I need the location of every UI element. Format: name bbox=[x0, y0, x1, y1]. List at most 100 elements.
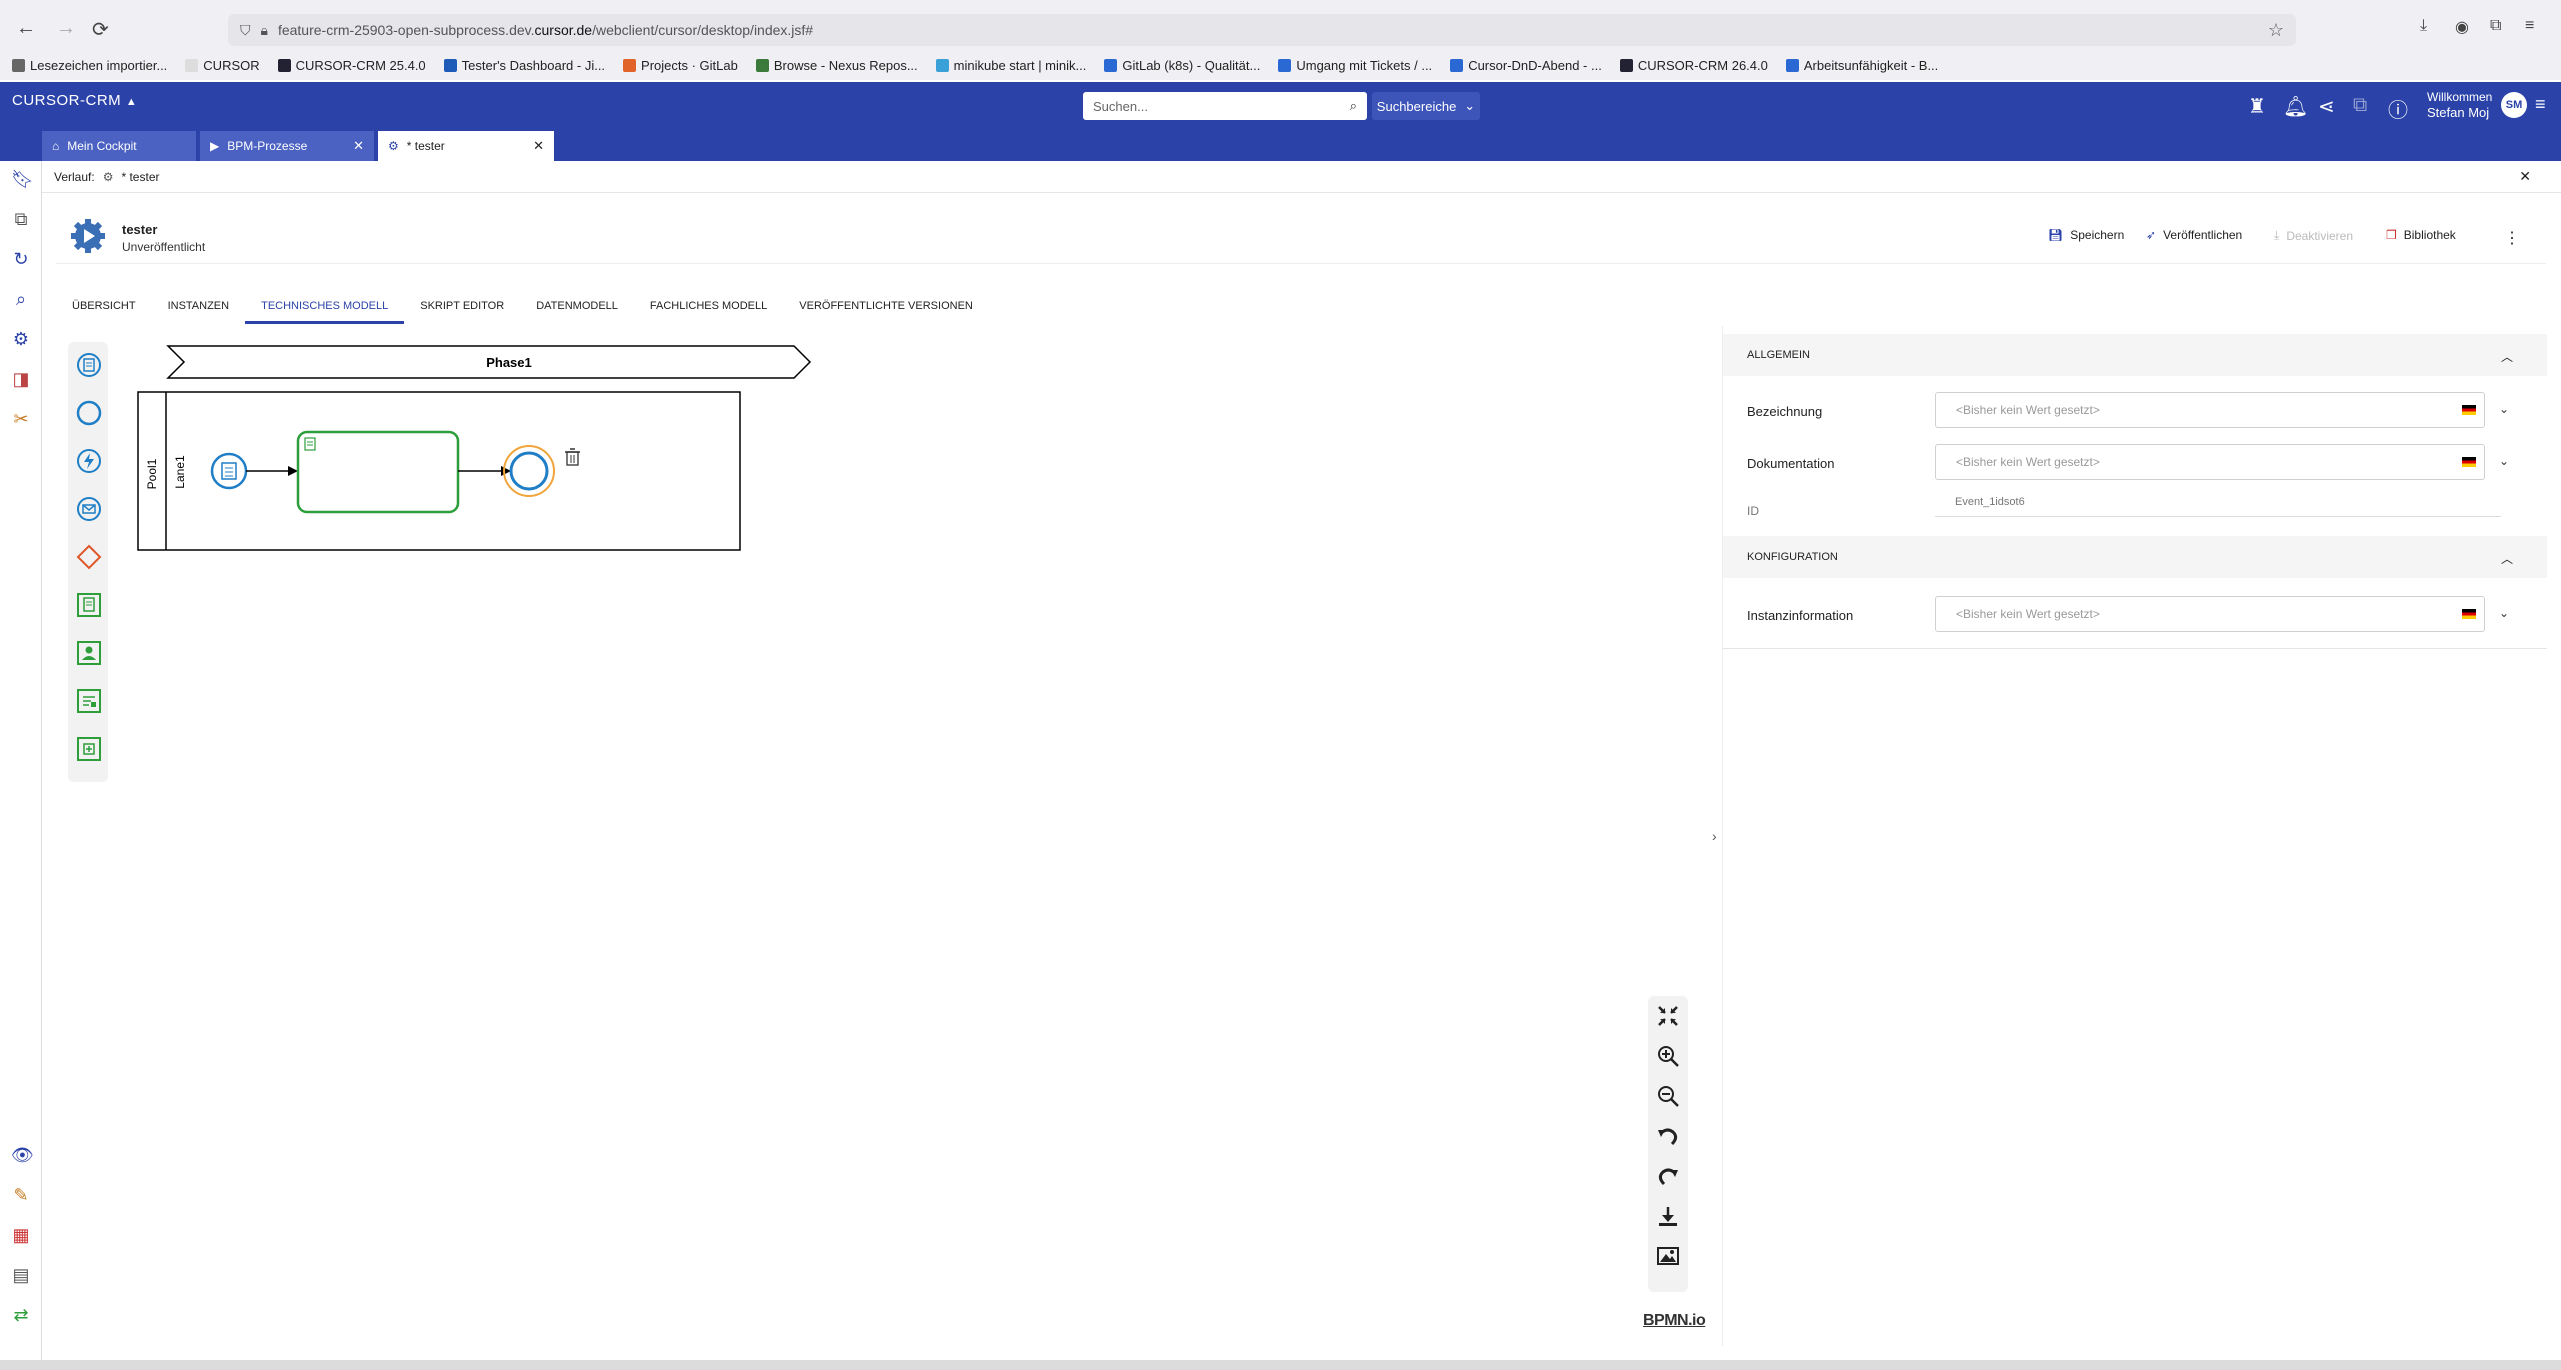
start-event[interactable] bbox=[210, 452, 248, 490]
menu-icon[interactable]: ≡ bbox=[2525, 17, 2534, 35]
search-list-icon[interactable]: ⌕ bbox=[11, 289, 31, 309]
reload-icon[interactable]: ⟳ bbox=[92, 17, 109, 42]
subprocess-icon[interactable] bbox=[76, 736, 102, 762]
extensions-icon[interactable]: ⧉ bbox=[2490, 17, 2501, 35]
taskbar-strip bbox=[0, 1360, 2561, 1370]
library-button[interactable]: ❒ Bibliothek bbox=[2386, 228, 2456, 242]
chevron-down-icon[interactable]: ⌄ bbox=[2499, 402, 2509, 416]
task-shape[interactable] bbox=[296, 430, 460, 514]
tab-published-versions[interactable]: VERÖFFENTLICHTE VERSIONEN bbox=[783, 288, 989, 324]
message-event-icon[interactable] bbox=[76, 496, 102, 522]
copy-icon[interactable]: ⧉ bbox=[11, 209, 31, 229]
bookmark-item[interactable]: GitLab (k8s) - Qualität... bbox=[1104, 58, 1260, 73]
bookmark-item[interactable]: Umgang mit Tickets / ... bbox=[1278, 58, 1432, 73]
section-general-header[interactable]: ALLGEMEIN ︿ bbox=[1723, 334, 2547, 376]
search-scope-dropdown[interactable]: Suchbereiche ⌄ bbox=[1372, 92, 1480, 120]
external-link-icon[interactable]: ⧉ bbox=[2353, 94, 2367, 117]
history-icon[interactable]: ↻ bbox=[11, 249, 31, 269]
history-item[interactable]: * tester bbox=[121, 170, 159, 184]
app-header: CURSOR-CRM ▲ Suchen... ⌕ Suchbereiche ⌄ ♜… bbox=[0, 82, 2561, 161]
forward-icon[interactable]: → bbox=[56, 17, 76, 40]
section-config-header[interactable]: KONFIGURATION ︿ bbox=[1723, 536, 2547, 578]
share-icon[interactable]: ⋖ bbox=[2318, 94, 2335, 119]
collapse-panel-icon[interactable]: › bbox=[1712, 828, 1717, 844]
redo-icon[interactable] bbox=[1656, 1164, 1680, 1188]
publish-button[interactable]: ➶ Veröffentlichen bbox=[2146, 228, 2242, 242]
close-icon[interactable]: ✕ bbox=[353, 138, 364, 154]
undo-icon[interactable] bbox=[1656, 1124, 1680, 1148]
timer-event-icon[interactable] bbox=[76, 448, 102, 474]
end-event[interactable] bbox=[503, 445, 555, 497]
tab-data-model[interactable]: DATENMODELL bbox=[520, 288, 634, 324]
bookmark-icon[interactable]: 🔖︎ bbox=[11, 169, 34, 189]
close-icon[interactable]: ✕ bbox=[533, 138, 544, 154]
fit-to-screen-icon[interactable] bbox=[1656, 1004, 1680, 1028]
doc-settings-icon[interactable]: ▤ bbox=[11, 1265, 31, 1285]
german-flag-icon[interactable] bbox=[2462, 457, 2476, 467]
report-icon[interactable]: ◨ bbox=[11, 369, 31, 389]
bookmark-item[interactable]: Cursor-DnD-Abend - ... bbox=[1450, 58, 1602, 73]
german-flag-icon[interactable] bbox=[2462, 609, 2476, 619]
user-task-icon[interactable] bbox=[76, 640, 102, 666]
bookmark-item[interactable]: Browse - Nexus Repos... bbox=[755, 58, 918, 73]
task-icon[interactable] bbox=[76, 592, 102, 618]
bookmark-item[interactable]: Projects · GitLab bbox=[623, 58, 738, 73]
name-field[interactable]: <Bisher kein Wert gesetzt> bbox=[1935, 392, 2485, 428]
download-icon[interactable]: ⤓ bbox=[2420, 17, 2427, 35]
instance-info-field[interactable]: <Bisher kein Wert gesetzt> bbox=[1935, 596, 2485, 632]
tab-tester[interactable]: ⚙ * tester ✕ bbox=[378, 131, 554, 161]
id-value: Event_1idsot6 bbox=[1955, 496, 2025, 508]
tab-instances[interactable]: INSTANZEN bbox=[152, 288, 246, 324]
chevron-down-icon[interactable]: ⌄ bbox=[2499, 606, 2509, 620]
bookmark-item[interactable]: CURSOR-CRM 26.4.0 bbox=[1619, 58, 1768, 73]
brand-logo[interactable]: CURSOR-CRM ▲ bbox=[12, 92, 137, 109]
watch-icon[interactable]: 👁︎ bbox=[11, 1145, 34, 1165]
zoom-out-icon[interactable] bbox=[1656, 1084, 1680, 1108]
settings-icon[interactable]: ⚙ bbox=[11, 329, 31, 349]
tab-overview[interactable]: ÜBERSICHT bbox=[56, 288, 152, 324]
avatar[interactable]: SM bbox=[2501, 92, 2527, 118]
search-icon[interactable]: ⌕ bbox=[1350, 98, 1357, 114]
address-bar[interactable]: ⛉ 🔒︎ feature-crm-25903-open-subprocess.d… bbox=[228, 14, 2296, 46]
notification-bell-icon[interactable]: 🔔︎ bbox=[2283, 94, 2308, 119]
bookmark-item[interactable]: Tester's Dashboard - Ji... bbox=[443, 58, 605, 73]
calendar-icon[interactable]: ▦ bbox=[11, 1225, 31, 1245]
german-flag-icon[interactable] bbox=[2462, 405, 2476, 415]
back-icon[interactable]: ← bbox=[16, 17, 36, 40]
deactivate-button[interactable]: ⤓ Deaktivieren bbox=[2274, 228, 2353, 243]
tab-technical-model[interactable]: TECHNISCHES MODELL bbox=[245, 288, 405, 324]
script-task-icon[interactable] bbox=[76, 688, 102, 714]
bookmark-item[interactable]: Lesezeichen importier... bbox=[12, 58, 167, 73]
info-icon[interactable]: ⓘ bbox=[2388, 94, 2408, 123]
save-button[interactable]: 💾︎ Speichern bbox=[2048, 228, 2124, 242]
bookmark-item[interactable]: Arbeitsunfähigkeit - B... bbox=[1785, 58, 1938, 73]
bpmn-canvas[interactable]: Phase1 Pool1 Lane1 › BPMN.io bbox=[56, 332, 1717, 1346]
zoom-in-icon[interactable] bbox=[1656, 1044, 1680, 1068]
process-gear-icon bbox=[71, 219, 105, 253]
lighthouse-icon[interactable]: ♜ bbox=[2248, 94, 2266, 119]
close-icon[interactable]: ✕ bbox=[2519, 168, 2531, 185]
account-icon[interactable]: ◉ bbox=[2455, 17, 2469, 37]
bookmark-item[interactable]: CURSOR-CRM 25.4.0 bbox=[277, 58, 426, 73]
documentation-field[interactable]: <Bisher kein Wert gesetzt> bbox=[1935, 444, 2485, 480]
tab-script-editor[interactable]: SKRIPT EDITOR bbox=[404, 288, 520, 324]
image-export-icon[interactable] bbox=[1656, 1244, 1680, 1268]
event-circle-icon[interactable] bbox=[76, 400, 102, 426]
tab-mein-cockpit[interactable]: ⌂ Mein Cockpit bbox=[42, 131, 196, 161]
tab-bpm-prozesse[interactable]: ▶ BPM-Prozesse ✕ bbox=[200, 131, 374, 161]
sync-icon[interactable]: ⇄ bbox=[11, 1305, 31, 1325]
tools-icon[interactable]: ✂ bbox=[11, 409, 31, 429]
start-event-doc-icon[interactable] bbox=[76, 352, 102, 378]
star-icon[interactable]: ☆ bbox=[2268, 20, 2284, 41]
gateway-icon[interactable] bbox=[76, 544, 102, 570]
bpmn-io-logo[interactable]: BPMN.io bbox=[1643, 1312, 1706, 1330]
bookmark-item[interactable]: CURSOR bbox=[185, 58, 260, 73]
edit-icon[interactable]: ✎ bbox=[11, 1185, 31, 1205]
chevron-down-icon[interactable]: ⌄ bbox=[2499, 454, 2509, 468]
download-icon[interactable] bbox=[1656, 1204, 1680, 1228]
search-input[interactable]: Suchen... ⌕ bbox=[1083, 92, 1367, 120]
hamburger-menu-icon[interactable]: ≡ bbox=[2535, 94, 2546, 115]
more-options-icon[interactable]: ⋮ bbox=[2504, 228, 2520, 248]
bookmark-item[interactable]: minikube start | minik... bbox=[935, 58, 1086, 73]
tab-business-model[interactable]: FACHLICHES MODELL bbox=[634, 288, 783, 324]
